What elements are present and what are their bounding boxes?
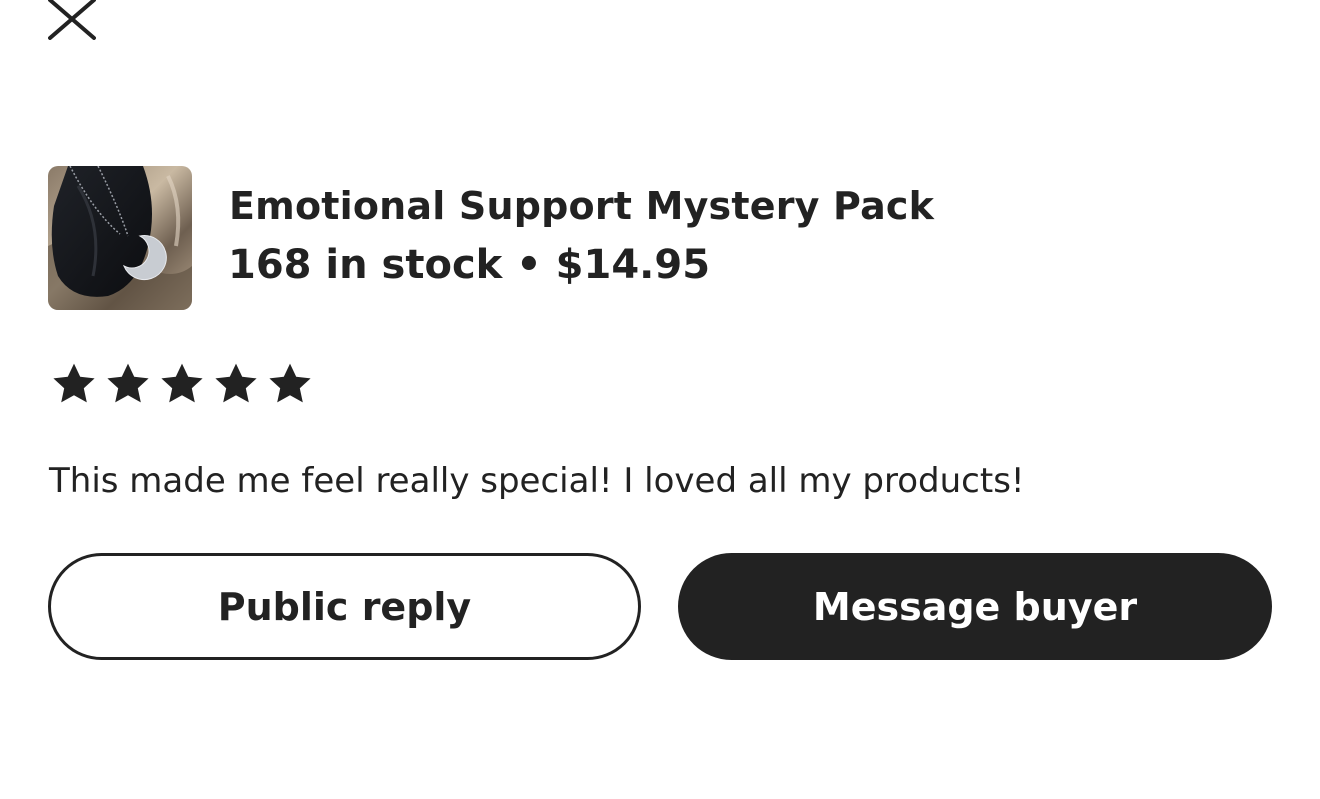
- product-thumbnail[interactable]: [48, 166, 192, 310]
- close-button[interactable]: [48, 0, 96, 40]
- star-icon: [212, 360, 260, 410]
- review-detail-sheet: Emotional Support Mystery Pack 168 in st…: [0, 0, 1320, 799]
- star-rating: [50, 360, 314, 410]
- public-reply-button[interactable]: Public reply: [48, 553, 641, 660]
- product-stock-price: 168 in stock • $14.95: [228, 242, 711, 288]
- star-icon: [50, 360, 98, 410]
- public-reply-label: Public reply: [217, 584, 472, 629]
- review-text: This made me feel really special! I love…: [49, 461, 1025, 501]
- star-icon: [104, 360, 152, 410]
- star-icon: [158, 360, 206, 410]
- moon-necklace-image: [48, 166, 192, 310]
- message-buyer-label: Message buyer: [812, 584, 1138, 629]
- close-icon: [48, 0, 96, 40]
- message-buyer-button[interactable]: Message buyer: [678, 553, 1272, 660]
- product-title[interactable]: Emotional Support Mystery Pack: [229, 184, 934, 228]
- star-icon: [266, 360, 314, 410]
- product-summary: Emotional Support Mystery Pack 168 in st…: [48, 166, 1048, 310]
